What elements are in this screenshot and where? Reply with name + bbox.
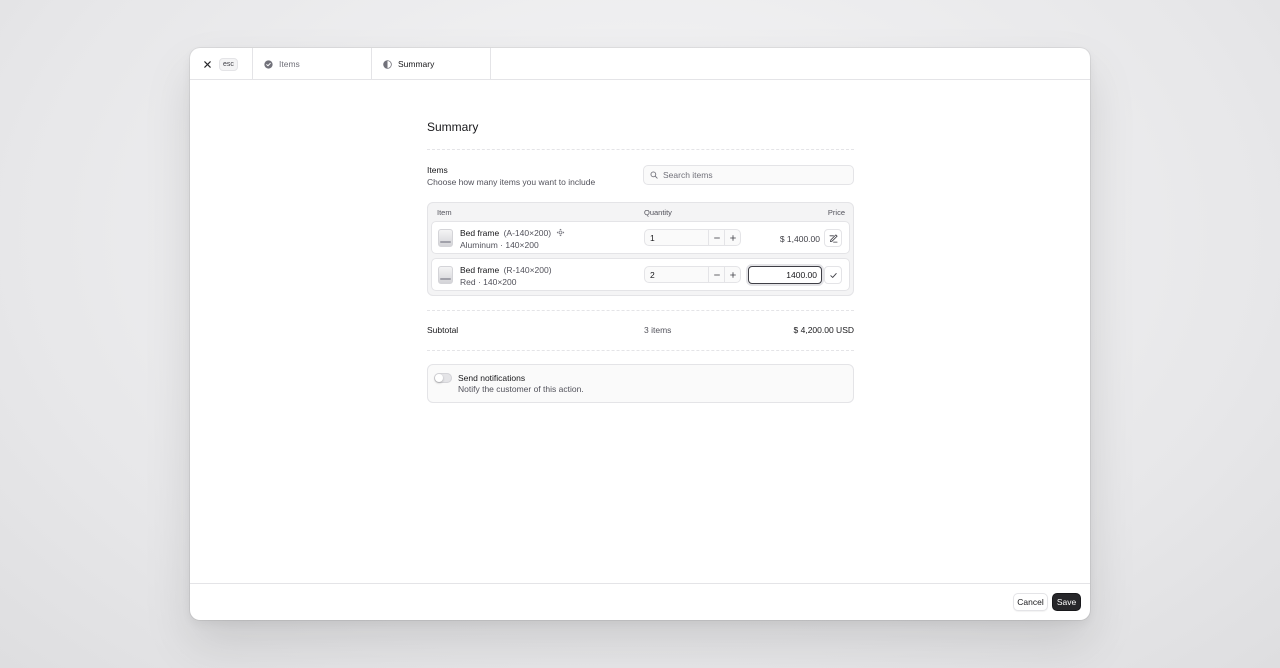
search-box (643, 165, 854, 185)
search-icon (650, 171, 658, 179)
check-circle-icon (264, 59, 273, 69)
column-header-item: Item (437, 208, 452, 217)
item-sku: (A-140×200) (503, 228, 552, 238)
subtotal-item-count: 3 items (644, 325, 672, 335)
items-section-description: Choose how many items you want to includ… (427, 177, 596, 187)
column-header-quantity: Quantity (644, 208, 672, 217)
column-header-price: Price (827, 208, 845, 217)
price-input[interactable] (748, 266, 822, 284)
increment-button[interactable] (724, 230, 740, 245)
tab-items-label: Items (279, 59, 300, 69)
check-icon (829, 272, 837, 278)
item-name-row: Bed frame (A-140×200) (460, 228, 565, 238)
close-icon[interactable] (203, 60, 212, 69)
edit-price-icon (828, 233, 838, 243)
move-icon[interactable] (556, 228, 565, 237)
close-area: esc (190, 48, 253, 80)
tab-summary[interactable]: Summary (372, 48, 491, 80)
save-button[interactable]: Save (1052, 593, 1081, 611)
item-name-row: Bed frame (R-140×200) (460, 265, 552, 275)
item-name: Bed frame (460, 228, 500, 238)
send-notifications-toggle[interactable] (434, 373, 452, 383)
decrement-button[interactable] (708, 230, 724, 245)
tab-summary-label: Summary (398, 59, 435, 69)
plus-icon (729, 234, 736, 241)
half-circle-icon (383, 59, 392, 69)
minus-icon (713, 274, 720, 275)
plus-icon (729, 271, 736, 278)
table-row: Bed frame (A-140×200) Aluminum · 140×200 (431, 221, 850, 254)
product-thumbnail (438, 266, 453, 284)
item-variant: Aluminum · 140×200 (460, 240, 539, 250)
subtotal-label: Subtotal (427, 325, 459, 335)
quantity-input[interactable] (645, 230, 708, 245)
items-table: Item Quantity Price Bed frame (A-140×200… (427, 202, 854, 296)
quantity-stepper (644, 266, 741, 283)
minus-icon (713, 237, 720, 238)
edit-price-button[interactable] (824, 229, 842, 247)
confirm-price-button[interactable] (824, 266, 842, 284)
item-name: Bed frame (460, 265, 500, 275)
quantity-stepper (644, 229, 741, 246)
item-sku: (R-140×200) (503, 265, 552, 275)
esc-shortcut-badge: esc (219, 57, 238, 71)
divider (427, 149, 854, 150)
item-variant: Red · 140×200 (460, 277, 517, 287)
divider (427, 350, 854, 351)
modal-footer: Cancel Save (190, 583, 1090, 620)
product-thumbnail (438, 229, 453, 247)
decrement-button[interactable] (708, 267, 724, 282)
tab-items[interactable]: Items (253, 48, 372, 80)
page-title: Summary (427, 120, 479, 134)
search-input[interactable] (663, 170, 843, 180)
modal-topbar: esc Items Summary (190, 48, 1090, 80)
notification-description: Notify the customer of this action. (458, 384, 584, 394)
increment-button[interactable] (724, 267, 740, 282)
order-edit-modal: esc Items Summary Summary Items Choose h… (190, 48, 1090, 620)
subtotal-value: $ 4,200.00 USD (793, 325, 854, 335)
divider (427, 310, 854, 311)
items-section-title: Items (427, 165, 448, 175)
table-row: Bed frame (R-140×200) Red · 140×200 (431, 258, 850, 291)
item-price: $ 1,400.00 (779, 234, 820, 244)
notification-panel: Send notifications Notify the customer o… (427, 364, 854, 403)
notification-title: Send notifications (458, 373, 526, 383)
quantity-input[interactable] (645, 267, 708, 282)
cancel-button[interactable]: Cancel (1013, 593, 1048, 611)
